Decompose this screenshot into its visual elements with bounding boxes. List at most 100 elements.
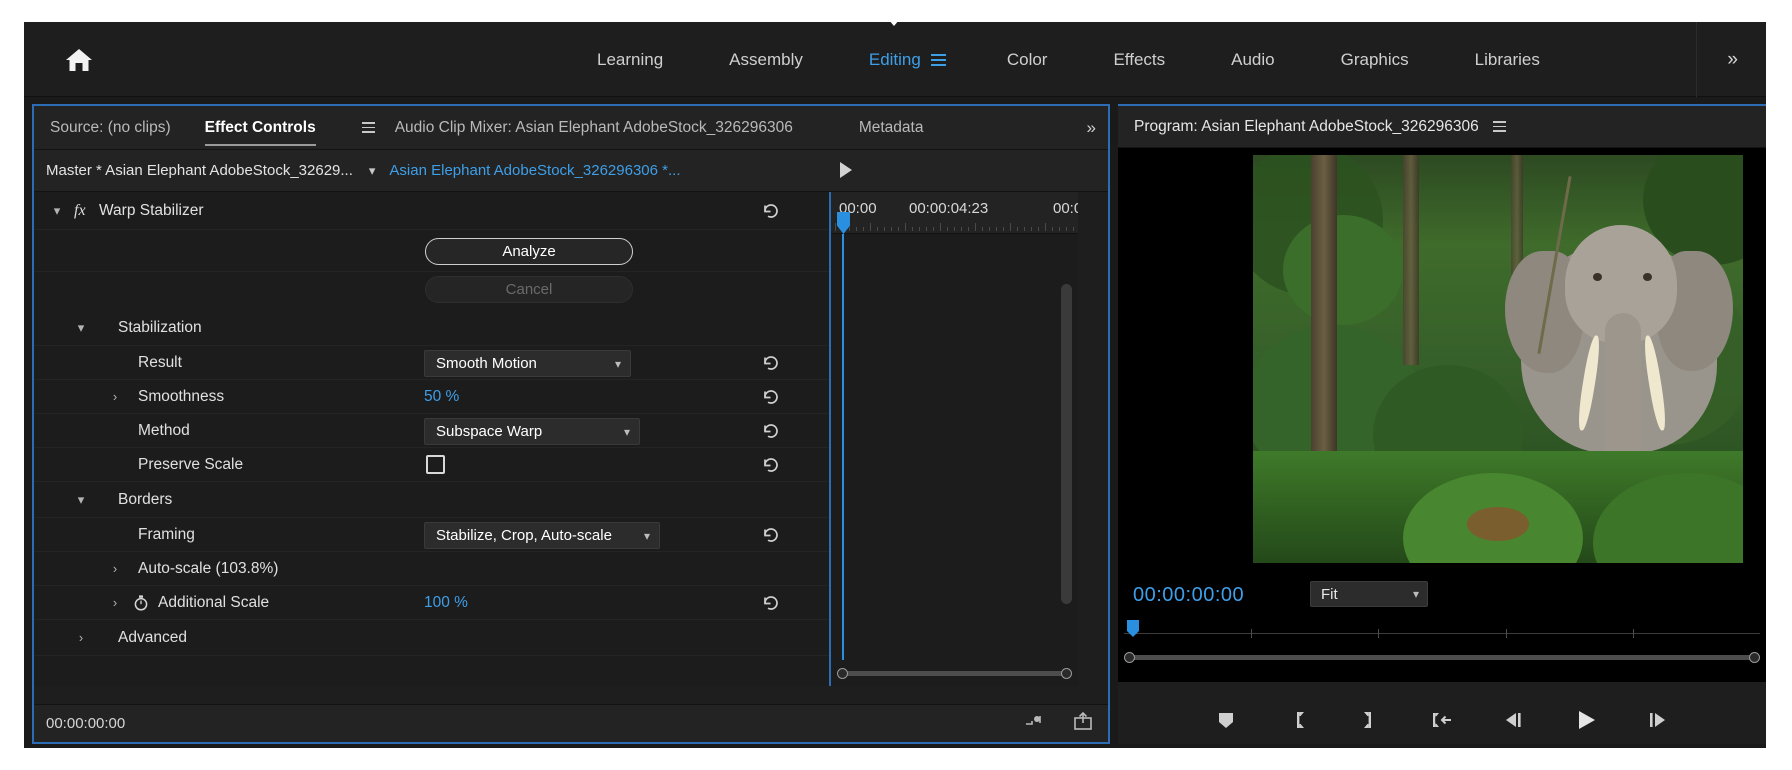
stopwatch-icon[interactable] (132, 594, 150, 617)
workspace-overflow-button[interactable]: » (1696, 22, 1738, 97)
ruler-timecode-2: 00:0 (1053, 200, 1078, 217)
twisty-stabilization[interactable]: ▾ (72, 320, 90, 336)
effect-controls-ruler[interactable]: 00:00 00:00:04:23 00:0 (831, 192, 1078, 234)
tab-source[interactable]: Source: (no clips) (50, 106, 171, 150)
mark-in-icon[interactable] (1283, 705, 1313, 735)
reset-additional-scale-icon[interactable] (761, 593, 781, 613)
effect-controls-statusbar: 00:00:00:00 (34, 704, 1108, 742)
program-monitor-scrubber[interactable] (1124, 620, 1760, 648)
effect-controls-tabbar: Source: (no clips) Effect Controls Audio… (34, 106, 1108, 150)
group-borders[interactable]: ▾ Borders (34, 482, 829, 518)
twisty-smoothness[interactable]: › (106, 389, 124, 404)
program-monitor-menu-icon[interactable] (1492, 121, 1506, 132)
smoothness-value[interactable]: 50 % (424, 388, 459, 406)
param-preserve-scale: Preserve Scale (34, 448, 829, 482)
chevron-down-icon: ▾ (643, 528, 650, 543)
effect-controls-horizontal-scrollbar[interactable] (837, 667, 1072, 680)
program-monitor-timecode[interactable]: 00:00:00:00 (1133, 584, 1244, 607)
framing-select[interactable]: Stabilize, Crop, Auto-scale ▾ (424, 522, 660, 549)
effect-controls-status-icons (1024, 711, 1094, 736)
zoom-scrollbar-track (1132, 655, 1752, 660)
result-select-value: Smooth Motion (436, 355, 537, 372)
foreground-rock (1467, 507, 1529, 541)
twisty-additional-scale[interactable]: › (106, 595, 124, 610)
elephant-eye-left (1593, 273, 1602, 281)
step-forward-icon[interactable] (1643, 705, 1673, 735)
chevron-down-icon: ▾ (623, 424, 630, 439)
group-advanced[interactable]: › Advanced (34, 620, 829, 656)
param-auto-scale-label: Auto-scale (103.8%) (138, 559, 279, 577)
effect-header-warp-stabilizer[interactable]: ▾ fx Warp Stabilizer (34, 192, 829, 230)
reset-smoothness-icon[interactable] (761, 387, 781, 407)
workspace-tab-editing[interactable]: Editing (836, 22, 931, 97)
workspace-tab-color[interactable]: Color (974, 22, 1081, 97)
effect-controls-timecode[interactable]: 00:00:00:00 (46, 715, 125, 732)
workspace-menu-icon[interactable] (930, 53, 974, 66)
clip-play-icon[interactable] (840, 162, 852, 178)
reset-preserve-scale-icon[interactable] (761, 455, 781, 475)
scrubber-tick (1251, 629, 1253, 638)
program-monitor-zoom-scrollbar[interactable] (1124, 651, 1760, 664)
chevron-down-icon[interactable]: ▾ (369, 163, 376, 179)
twisty-borders[interactable]: ▾ (72, 492, 90, 508)
effect-controls-timeline: 00:00 00:00:04:23 00:0 (829, 192, 1078, 686)
tab-metadata[interactable]: Metadata (859, 106, 924, 150)
param-method-label: Method (138, 421, 190, 439)
scrubber-playhead[interactable] (1127, 620, 1139, 637)
reset-framing-icon[interactable] (761, 525, 781, 545)
program-monitor-title[interactable]: Program: Asian Elephant AdobeStock_32629… (1134, 118, 1479, 136)
scrollbar-knob-right[interactable] (1061, 668, 1072, 679)
param-method: Method Subspace Warp ▾ (34, 414, 829, 448)
param-auto-scale: › Auto-scale (103.8%) (34, 552, 829, 586)
analyze-button[interactable]: Analyze (425, 238, 633, 265)
tab-audio-clip-mixer[interactable]: Audio Clip Mixer: Asian Elephant AdobeSt… (395, 106, 793, 150)
scrollbar-knob-left[interactable] (837, 668, 848, 679)
scrubber-tick (1505, 629, 1507, 638)
zoom-scrollbar-knob-left[interactable] (1124, 652, 1135, 663)
workspace-tab-audio[interactable]: Audio (1198, 22, 1307, 97)
program-monitor-video-frame (1253, 155, 1743, 563)
elephant-trunk (1605, 313, 1641, 463)
export-frame-icon[interactable] (1072, 711, 1094, 736)
mark-out-icon[interactable] (1355, 705, 1385, 735)
result-select[interactable]: Smooth Motion ▾ (424, 350, 631, 377)
twisty-advanced[interactable]: › (72, 630, 90, 645)
workspace-tab-libraries[interactable]: Libraries (1442, 22, 1573, 97)
zoom-scrollbar-knob-right[interactable] (1749, 652, 1760, 663)
audio-waveform-icon[interactable] (1024, 712, 1046, 735)
master-clip-label[interactable]: Master * Asian Elephant AdobeStock_32629… (46, 162, 353, 179)
group-advanced-label: Advanced (118, 628, 187, 646)
reset-effect-icon[interactable] (761, 201, 781, 221)
zoom-level-value: Fit (1321, 585, 1338, 603)
tab-effect-controls[interactable]: Effect Controls (204, 106, 316, 150)
zoom-level-select[interactable]: Fit ▾ (1310, 581, 1428, 607)
step-back-icon[interactable] (1499, 705, 1529, 735)
scrubber-tick (1632, 629, 1634, 638)
foliage-shape (1283, 215, 1403, 325)
additional-scale-value[interactable]: 100 % (424, 594, 468, 612)
twisty-warp-stabilizer[interactable]: ▾ (48, 203, 66, 219)
workspace-tab-graphics[interactable]: Graphics (1308, 22, 1442, 97)
workspace-tab-learning[interactable]: Learning (564, 22, 696, 97)
param-framing-label: Framing (138, 525, 195, 543)
group-stabilization[interactable]: ▾ Stabilization (34, 310, 829, 346)
method-select[interactable]: Subspace Warp ▾ (424, 418, 640, 445)
workspace-tab-effects[interactable]: Effects (1080, 22, 1198, 97)
reset-result-icon[interactable] (761, 353, 781, 373)
group-stabilization-label: Stabilization (118, 318, 202, 336)
effect-controls-menu-icon[interactable] (361, 122, 375, 133)
home-icon[interactable] (59, 42, 99, 78)
reset-method-icon[interactable] (761, 421, 781, 441)
param-additional-scale-label: Additional Scale (158, 593, 270, 611)
selected-clip-label[interactable]: Asian Elephant AdobeStock_326296306 *... (389, 162, 680, 179)
effect-controls-overflow-button[interactable]: » (1087, 106, 1096, 150)
marker-icon[interactable] (1211, 705, 1241, 735)
scrubber-tick (1378, 629, 1380, 638)
param-framing: Framing Stabilize, Crop, Auto-scale ▾ (34, 518, 829, 552)
workspace-tab-assembly[interactable]: Assembly (696, 22, 836, 97)
play-icon[interactable] (1571, 705, 1601, 735)
go-to-in-icon[interactable] (1427, 705, 1457, 735)
preserve-scale-checkbox[interactable] (426, 455, 445, 474)
effect-controls-vertical-scrollbar[interactable] (1061, 284, 1072, 604)
twisty-auto-scale[interactable]: › (106, 561, 124, 576)
